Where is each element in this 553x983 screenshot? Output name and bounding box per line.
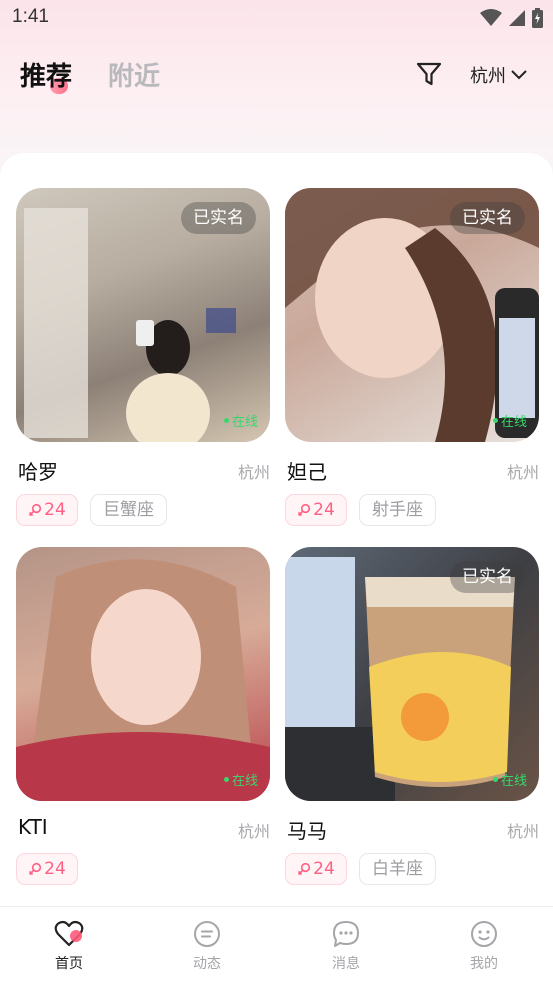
age-tag: 24 (16, 853, 78, 885)
user-name: KTI (18, 815, 48, 839)
female-symbol-icon (298, 862, 311, 876)
user-name: 哈罗 (18, 460, 58, 484)
wifi-icon (480, 9, 502, 26)
signal-icon (509, 10, 525, 26)
zodiac-tag: 白羊座 (359, 853, 436, 885)
user-city: 杭州 (237, 822, 270, 841)
user-photo[interactable]: 已实名 在线 (285, 188, 539, 442)
verified-badge: 已实名 (450, 202, 525, 234)
filter-icon[interactable] (415, 60, 443, 88)
tab-label: 附近 (108, 62, 161, 92)
user-city: 杭州 (237, 463, 270, 482)
battery-icon (532, 8, 543, 28)
user-card[interactable]: 已实名 在线 妲己 杭州 24 射手座 (285, 188, 539, 526)
online-status: 在线 (492, 411, 527, 430)
nav-profile[interactable]: 我的 (444, 919, 524, 973)
user-city: 杭州 (506, 463, 539, 482)
nav-label: 消息 (332, 956, 360, 972)
city-selector[interactable]: 杭州 (470, 62, 528, 88)
status-time: 1:41 (12, 6, 49, 27)
nav-home[interactable]: 首页 (29, 919, 109, 973)
nav-label: 动态 (193, 956, 221, 972)
dynamics-icon (194, 921, 220, 947)
verified-badge: 已实名 (450, 561, 525, 593)
user-card[interactable]: 在线 KTI 杭州 24 (16, 547, 270, 885)
verified-badge: 已实名 (181, 202, 256, 234)
tab-label: 推荐 (20, 62, 73, 92)
status-bar: 1:41 (0, 0, 553, 38)
online-status: 在线 (223, 770, 258, 789)
user-city: 杭州 (506, 822, 539, 841)
nav-messages[interactable]: 消息 (306, 919, 386, 973)
female-symbol-icon (29, 503, 42, 517)
age-tag: 24 (285, 853, 347, 885)
user-name: 马马 (287, 819, 327, 843)
female-symbol-icon (29, 862, 42, 876)
user-name: 妲己 (287, 460, 327, 484)
user-photo[interactable]: 已实名 在线 (16, 188, 270, 442)
female-symbol-icon (298, 503, 311, 517)
chevron-down-icon (511, 70, 527, 80)
user-card[interactable]: 已实名 在线 马马 杭州 24 白羊座 (285, 547, 539, 885)
heart-icon (54, 920, 84, 947)
zodiac-tag: 巨蟹座 (90, 494, 167, 526)
nav-label: 首页 (55, 956, 83, 972)
nav-label: 我的 (470, 956, 498, 972)
top-header: 推荐 附近 杭州 (0, 40, 553, 110)
user-card[interactable]: 已实名 在线 哈罗 杭州 24 巨蟹座 (16, 188, 270, 526)
online-status: 在线 (492, 770, 527, 789)
photo-illustration (16, 559, 270, 801)
zodiac-tag: 射手座 (359, 494, 436, 526)
chat-bubble-icon (333, 921, 359, 947)
nav-dynamics[interactable]: 动态 (167, 919, 247, 973)
age-tag: 24 (285, 494, 347, 526)
tab-nearby[interactable]: 附近 (108, 56, 160, 93)
tab-recommend[interactable]: 推荐 (20, 56, 73, 94)
user-photo[interactable]: 已实名 在线 (285, 547, 539, 801)
city-label: 杭州 (470, 66, 506, 87)
smiley-icon (471, 921, 497, 947)
user-photo[interactable]: 在线 (16, 547, 270, 801)
online-status: 在线 (223, 411, 258, 430)
bottom-nav: 首页 动态 消息 我的 (0, 906, 553, 983)
user-grid: 已实名 在线 哈罗 杭州 24 巨蟹座 已实名 在线 妲己 杭州 24 射手座 (0, 153, 553, 913)
age-tag: 24 (16, 494, 78, 526)
